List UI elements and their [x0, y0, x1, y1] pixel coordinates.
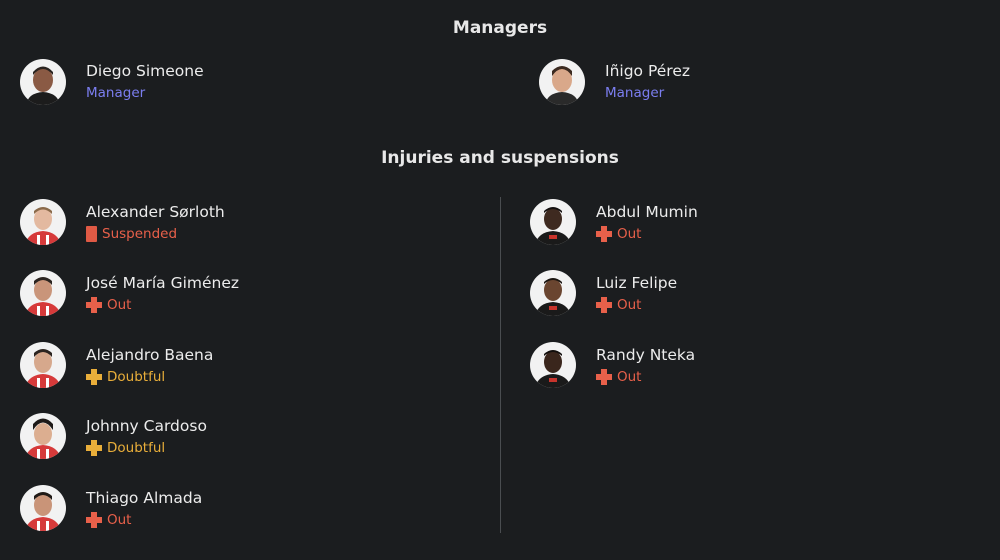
manager-avatar	[539, 59, 585, 105]
manager-name: Iñigo Pérez	[605, 62, 690, 80]
status-label: Out	[617, 368, 642, 385]
player-name: Alejandro Baena	[86, 345, 214, 364]
red-card-icon	[86, 225, 97, 242]
player-status: Doubtful	[86, 439, 207, 457]
status-label: Doubtful	[107, 439, 166, 456]
status-label: Out	[107, 511, 132, 528]
player-status: Out	[596, 225, 698, 243]
player-avatar	[20, 342, 66, 388]
player-name: Luiz Felipe	[596, 273, 678, 292]
injury-cross-icon	[86, 296, 102, 313]
player-status: Out	[596, 296, 677, 314]
player-name: Randy Nteka	[596, 345, 696, 364]
player-row[interactable]: Randy Nteka Out	[530, 340, 695, 390]
player-row[interactable]: Luiz Felipe Out	[530, 268, 677, 318]
column-divider	[500, 197, 501, 533]
injury-cross-icon	[596, 296, 612, 313]
player-status: Out	[86, 511, 202, 529]
status-label: Out	[617, 225, 642, 242]
manager-avatar	[20, 59, 66, 105]
player-row[interactable]: Alejandro Baena Doubtful	[20, 340, 213, 390]
lineups-page: Managers Diego Simeone Manager Iñigo Pér…	[0, 0, 1000, 560]
manager-name: Diego Simeone	[86, 62, 204, 80]
status-label: Out	[617, 296, 642, 313]
manager-role: Manager	[605, 85, 665, 101]
player-row[interactable]: Abdul Mumin Out	[530, 197, 698, 247]
status-label: Out	[107, 296, 132, 313]
player-avatar	[20, 270, 66, 316]
injury-cross-icon	[86, 439, 102, 456]
player-name: Johnny Cardoso	[86, 416, 207, 435]
injuries-heading: Injuries and suspensions	[381, 148, 619, 168]
manager-role: Manager	[86, 85, 146, 101]
injury-cross-icon	[86, 368, 102, 385]
player-avatar	[530, 270, 576, 316]
player-status: Doubtful	[86, 368, 213, 386]
manager-row-home[interactable]: Diego Simeone Manager	[20, 57, 204, 107]
player-row[interactable]: Alexander Sørloth Suspended	[20, 197, 225, 247]
status-label: Doubtful	[107, 368, 166, 385]
player-name: Abdul Mumin	[596, 202, 698, 221]
player-avatar	[20, 199, 66, 245]
player-status: Out	[596, 368, 695, 386]
player-avatar	[530, 342, 576, 388]
player-name: José María Giménez	[86, 273, 240, 292]
player-avatar	[530, 199, 576, 245]
player-avatar	[20, 413, 66, 459]
managers-heading: Managers	[452, 18, 548, 38]
player-row[interactable]: Johnny Cardoso Doubtful	[20, 411, 207, 461]
injury-cross-icon	[596, 368, 612, 385]
player-row[interactable]: Thiago Almada Out	[20, 483, 202, 533]
injury-cross-icon	[86, 511, 102, 528]
player-name: Alexander Sørloth	[86, 202, 225, 221]
player-avatar	[20, 485, 66, 531]
player-status: Out	[86, 296, 239, 314]
status-label: Suspended	[102, 225, 178, 242]
player-status: Suspended	[86, 225, 225, 243]
player-name: Thiago Almada	[86, 488, 203, 507]
injury-cross-icon	[596, 225, 612, 242]
manager-row-away[interactable]: Iñigo Pérez Manager	[539, 57, 690, 107]
player-row[interactable]: José María Giménez Out	[20, 268, 239, 318]
